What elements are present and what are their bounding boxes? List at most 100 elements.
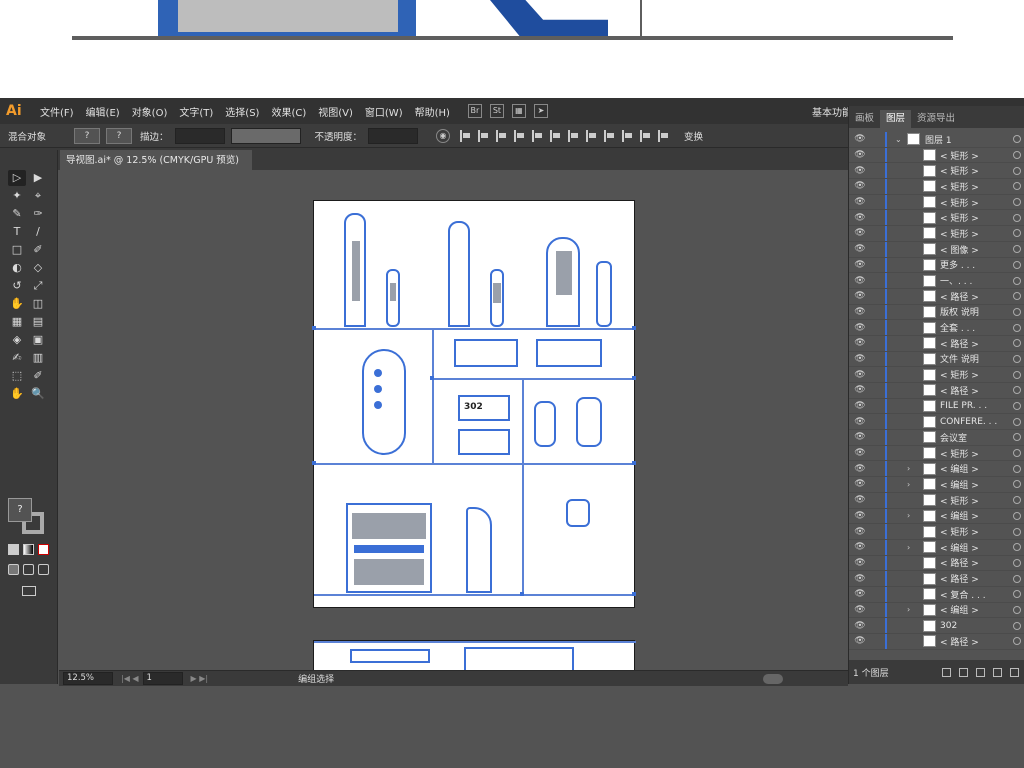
tab-asset-export[interactable]: 资源导出 (911, 110, 961, 128)
visibility-eye-icon[interactable]: 👁 (853, 464, 867, 474)
visibility-eye-icon[interactable]: 👁 (853, 134, 867, 144)
align-vcenter-icon[interactable] (532, 129, 544, 142)
distribute-left-icon[interactable] (622, 129, 634, 142)
target-circle-icon[interactable] (1013, 386, 1021, 395)
layer-row[interactable]: 👁 版权 说明 (849, 304, 1024, 321)
expand-chevron-icon[interactable]: › (907, 480, 915, 489)
layer-row[interactable]: 👁 更多 . . . (849, 257, 1024, 274)
stroke-weight-input[interactable] (174, 127, 225, 144)
sign-artwork[interactable] (448, 221, 470, 327)
target-circle-icon[interactable] (1013, 198, 1021, 207)
lasso-tool-icon[interactable]: ⌖ (29, 188, 47, 204)
variable-width-select[interactable] (230, 127, 301, 144)
visibility-eye-icon[interactable]: 👁 (853, 589, 867, 599)
target-circle-icon[interactable] (1013, 245, 1021, 254)
menu-view[interactable]: 视图(V) (318, 104, 353, 119)
layer-row[interactable]: 👁 CONFERE. . . (849, 414, 1024, 431)
direct-selection-tool-icon[interactable]: ▶ (29, 170, 47, 186)
visibility-eye-icon[interactable]: 👁 (853, 636, 867, 646)
visibility-eye-icon[interactable]: 👁 (853, 432, 867, 442)
menu-file[interactable]: 文件(F) (40, 104, 74, 119)
target-circle-icon[interactable] (1013, 527, 1021, 536)
sign-artwork[interactable] (362, 349, 406, 455)
visibility-eye-icon[interactable]: 👁 (853, 291, 867, 301)
layer-row[interactable]: 👁 < 矩形 > (849, 179, 1024, 195)
artboard-nav-next[interactable]: ▶ ▶| (191, 674, 209, 683)
artboard-main[interactable]: 302 (312, 200, 636, 608)
layer-row[interactable]: 👁 < 矩形 > (849, 367, 1024, 383)
opacity-input[interactable] (368, 127, 419, 144)
selection-tool-icon[interactable]: ▷ (8, 170, 26, 186)
visibility-eye-icon[interactable]: 👁 (853, 276, 867, 286)
sign-artwork[interactable] (566, 499, 590, 527)
align-bottom-icon[interactable] (550, 129, 562, 142)
visibility-eye-icon[interactable]: 👁 (853, 354, 867, 364)
layer-row[interactable]: 👁 < 矩形 > (849, 147, 1024, 164)
mesh-tool-icon[interactable]: ◈ (8, 332, 26, 348)
draw-normal-icon[interactable] (8, 564, 19, 575)
recolor-icon[interactable]: ◉ (436, 128, 451, 143)
column-graph-tool-icon[interactable]: ✐ (29, 368, 47, 384)
target-circle-icon[interactable] (1013, 496, 1021, 505)
rotate-tool-icon[interactable]: ↺ (8, 278, 26, 294)
visibility-eye-icon[interactable]: 👁 (853, 479, 867, 489)
layer-row[interactable]: 👁 < 路径 > (849, 634, 1024, 650)
target-circle-icon[interactable] (1013, 135, 1021, 144)
distribute-bottom-icon[interactable] (604, 129, 616, 142)
signage-stand[interactable] (466, 507, 492, 593)
distribute-hcenter-icon[interactable] (640, 129, 652, 142)
warp-tool-icon[interactable]: ✋ (8, 296, 26, 312)
target-circle-icon[interactable] (1013, 260, 1021, 269)
visibility-eye-icon[interactable]: 👁 (853, 150, 867, 160)
target-circle-icon[interactable] (1013, 543, 1021, 552)
target-circle-icon[interactable] (1013, 402, 1021, 411)
align-left-icon[interactable] (460, 129, 472, 142)
align-top-icon[interactable] (514, 129, 526, 142)
menu-window[interactable]: 窗口(W) (365, 104, 403, 119)
visibility-eye-icon[interactable]: 👁 (853, 527, 867, 537)
visibility-eye-icon[interactable]: 👁 (853, 338, 867, 348)
visibility-eye-icon[interactable]: 👁 (853, 621, 867, 631)
visibility-eye-icon[interactable]: 👁 (853, 166, 867, 176)
target-circle-icon[interactable] (1013, 354, 1021, 363)
layer-row[interactable]: 👁 < 路径 > (849, 555, 1024, 572)
visibility-eye-icon[interactable]: 👁 (853, 244, 867, 254)
expand-chevron-icon[interactable]: › (907, 605, 915, 614)
layer-row[interactable]: 👁 < 矩形 > (849, 445, 1024, 462)
pen-tool-icon[interactable]: ✎ (8, 206, 26, 222)
target-circle-icon[interactable] (1013, 323, 1021, 332)
tab-layers[interactable]: 图层 (880, 110, 912, 128)
sign-artwork[interactable] (534, 401, 556, 447)
eyedropper-tool-icon[interactable]: ✍ (8, 350, 26, 366)
sign-artwork[interactable] (536, 339, 602, 367)
room-sign[interactable] (458, 429, 510, 455)
locate-object-icon[interactable] (942, 667, 951, 677)
sign-artwork[interactable] (576, 397, 602, 447)
shaper-tool-icon[interactable]: ◐ (8, 260, 26, 276)
text-block[interactable] (464, 647, 574, 670)
visibility-eye-icon[interactable]: 👁 (853, 558, 867, 568)
target-circle-icon[interactable] (1013, 417, 1021, 426)
layer-row-top[interactable]: 👁 ⌄ 图层 1 (849, 132, 1024, 148)
gpu-icon[interactable]: ➤ (533, 104, 548, 118)
draw-inside-icon[interactable] (38, 564, 49, 575)
layer-row[interactable]: 👁 < 矩形 > (849, 194, 1024, 211)
new-sublayer-icon[interactable] (976, 667, 985, 677)
menu-help[interactable]: 帮助(H) (415, 104, 450, 119)
target-circle-icon[interactable] (1013, 213, 1021, 222)
target-circle-icon[interactable] (1013, 339, 1021, 348)
delete-layer-icon[interactable] (1010, 667, 1019, 677)
align-right-icon[interactable] (496, 129, 508, 142)
artboard-nav-prev[interactable]: |◀ ◀ (121, 674, 139, 683)
draw-behind-icon[interactable] (23, 564, 34, 575)
fill-selector[interactable]: ? (74, 127, 101, 144)
visibility-eye-icon[interactable]: 👁 (853, 401, 867, 411)
target-circle-icon[interactable] (1013, 511, 1021, 520)
eraser-tool-icon[interactable]: ◇ (29, 260, 47, 276)
selection-handle[interactable] (632, 461, 636, 465)
fill-swatch[interactable]: ? (8, 498, 32, 522)
visibility-eye-icon[interactable]: 👁 (853, 213, 867, 223)
layer-row[interactable]: 👁 < 矩形 > (849, 492, 1024, 509)
visibility-eye-icon[interactable]: 👁 (853, 323, 867, 333)
layer-row[interactable]: 👁 全套 . . . (849, 320, 1024, 336)
